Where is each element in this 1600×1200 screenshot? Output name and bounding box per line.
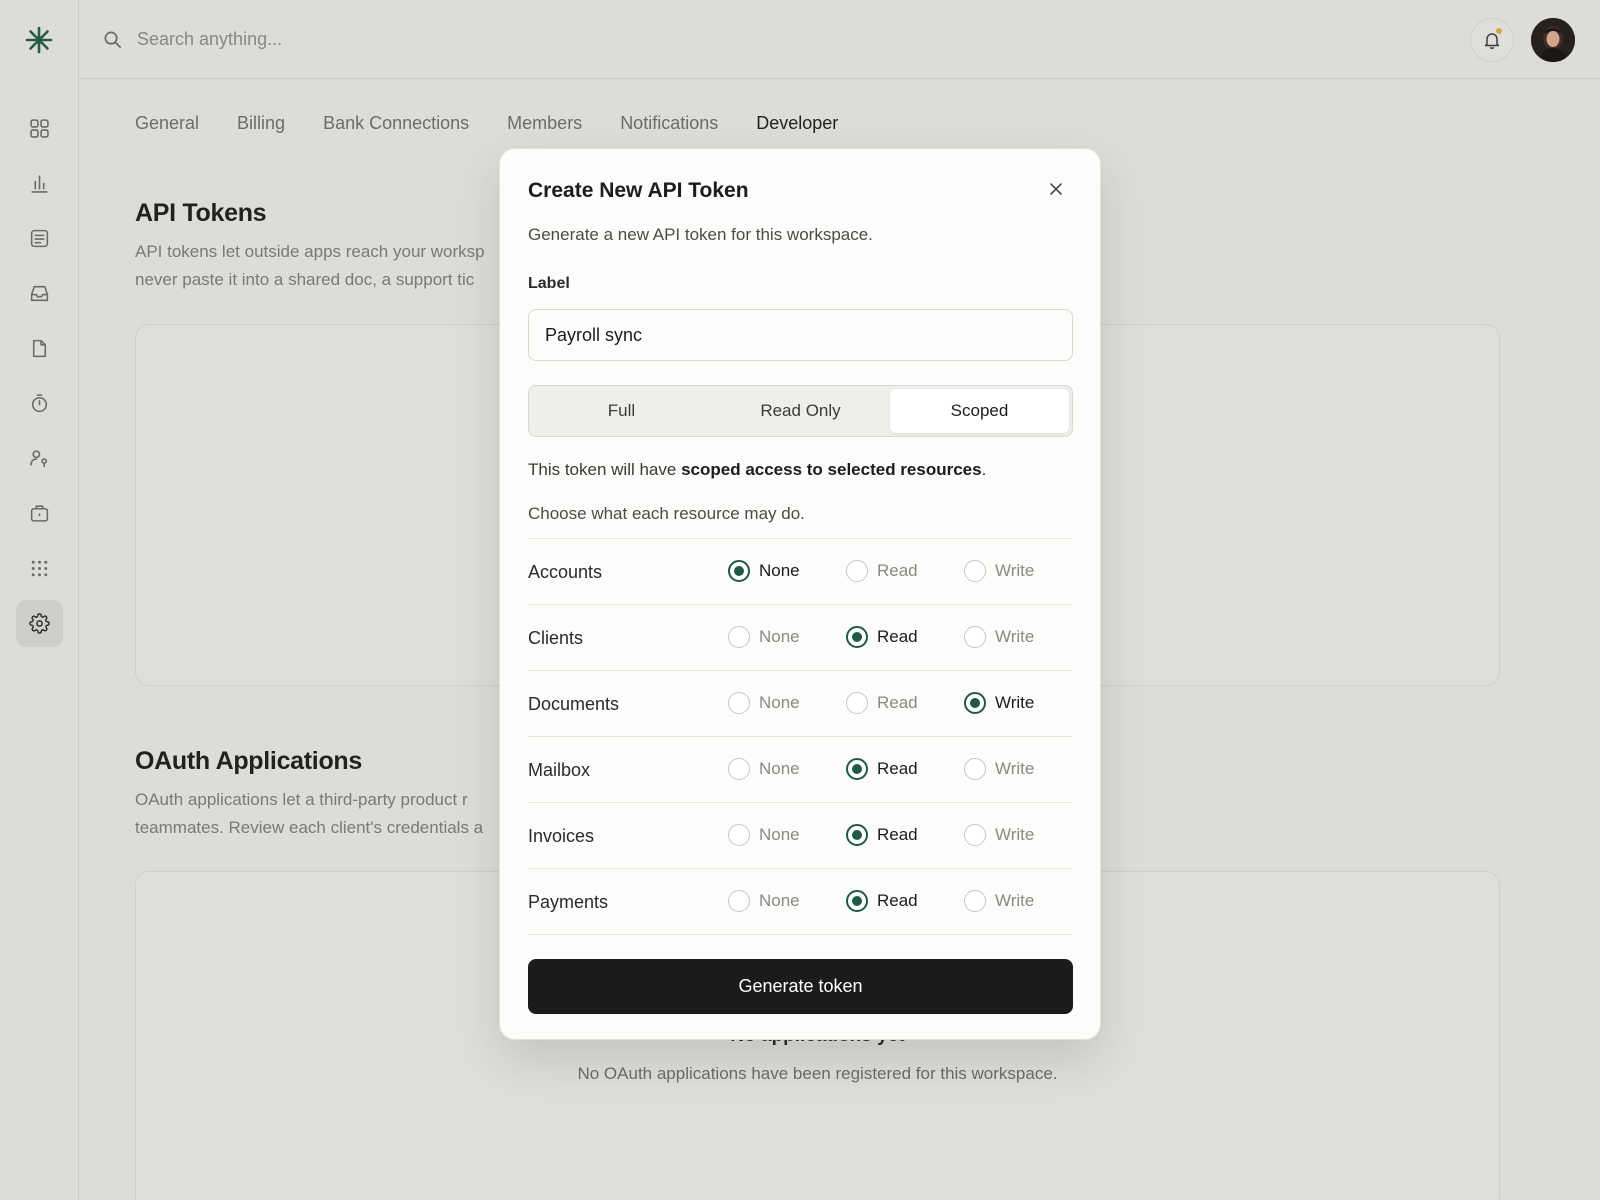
permission-row: Payments None Read Write	[528, 869, 1073, 935]
radio-read[interactable]: Read	[846, 758, 918, 780]
radio-circle	[846, 758, 868, 780]
permission-row: Invoices None Read Write	[528, 803, 1073, 869]
radio-circle	[728, 626, 750, 648]
generate-token-button[interactable]: Generate token	[528, 959, 1073, 1014]
permission-row: Accounts None Read Write	[528, 539, 1073, 605]
radio-label: Read	[877, 561, 918, 580]
radio-label: Read	[877, 693, 918, 712]
close-button[interactable]	[1044, 177, 1068, 201]
radio-circle	[846, 890, 868, 912]
access-summary-suffix: .	[981, 460, 987, 479]
radio-write[interactable]: Write	[964, 626, 1034, 648]
radio-label: Write	[995, 627, 1035, 646]
radio-none[interactable]: None	[728, 560, 800, 582]
radio-circle	[846, 560, 868, 582]
close-icon	[1050, 183, 1062, 195]
radio-none[interactable]: None	[728, 758, 800, 780]
modal-title: Create New API Token	[528, 179, 749, 202]
radio-label: Read	[877, 759, 918, 778]
radio-circle	[964, 626, 986, 648]
access-summary-prefix: This token will have	[528, 460, 682, 479]
radio-label: Read	[877, 627, 918, 646]
permission-row: Documents None Read Write	[528, 671, 1073, 737]
radio-write[interactable]: Write	[964, 560, 1034, 582]
radio-label: Write	[995, 759, 1035, 778]
radio-write[interactable]: Write	[964, 758, 1034, 780]
permission-resource-name: Documents	[528, 694, 620, 714]
label-input[interactable]	[528, 309, 1073, 361]
radio-circle	[728, 824, 750, 846]
radio-circle	[964, 692, 986, 714]
radio-write[interactable]: Write	[964, 824, 1034, 846]
permission-row: Mailbox None Read Write	[528, 737, 1073, 803]
radio-circle	[728, 560, 750, 582]
access-summary: This token will have scoped access to se…	[528, 460, 986, 480]
permission-resource-name: Accounts	[528, 562, 603, 582]
radio-label: Write	[995, 693, 1035, 712]
radio-circle	[846, 824, 868, 846]
radio-label: None	[759, 759, 800, 778]
radio-read[interactable]: Read	[846, 692, 918, 714]
radio-circle	[964, 560, 986, 582]
create-api-token-modal: Create New API Token Generate a new API …	[499, 148, 1101, 1040]
modal-subtitle: Generate a new API token for this worksp…	[528, 225, 873, 244]
radio-none[interactable]: None	[728, 692, 800, 714]
radio-none[interactable]: None	[728, 890, 800, 912]
radio-label: Write	[995, 891, 1035, 910]
radio-circle	[728, 692, 750, 714]
segment-scoped[interactable]: Scoped	[890, 389, 1069, 433]
radio-circle	[846, 692, 868, 714]
permission-resource-name: Mailbox	[528, 760, 591, 780]
radio-label: None	[759, 825, 800, 844]
radio-label: None	[759, 891, 800, 910]
radio-label: Write	[995, 561, 1035, 580]
permission-resource-name: Payments	[528, 892, 609, 912]
permission-resource-name: Invoices	[528, 826, 595, 846]
radio-write[interactable]: Write	[964, 692, 1034, 714]
radio-read[interactable]: Read	[846, 890, 918, 912]
permission-row: Clients None Read Write	[528, 605, 1073, 671]
permission-resource-name: Clients	[528, 628, 584, 648]
permissions-instructions: Choose what each resource may do.	[528, 504, 805, 523]
access-summary-emphasis: scoped access to selected resources	[681, 460, 982, 479]
access-type-segmented-control: Full Read Only Scoped	[528, 385, 1073, 437]
label-field-label: Label	[528, 275, 570, 292]
radio-none[interactable]: None	[728, 626, 800, 648]
radio-circle	[964, 890, 986, 912]
segment-read-only[interactable]: Read Only	[711, 389, 890, 433]
radio-read[interactable]: Read	[846, 824, 918, 846]
radio-none[interactable]: None	[728, 824, 800, 846]
radio-label: Read	[877, 891, 918, 910]
permissions-table: Accounts None Read Write Clients None Read Writ…	[528, 538, 1073, 935]
radio-label: Read	[877, 825, 918, 844]
radio-label: Write	[995, 825, 1035, 844]
radio-read[interactable]: Read	[846, 626, 918, 648]
radio-label: None	[759, 627, 800, 646]
radio-label: None	[759, 561, 800, 580]
radio-circle	[964, 824, 986, 846]
radio-label: None	[759, 693, 800, 712]
radio-write[interactable]: Write	[964, 890, 1034, 912]
radio-circle	[846, 626, 868, 648]
radio-circle	[728, 758, 750, 780]
radio-circle	[964, 758, 986, 780]
radio-read[interactable]: Read	[846, 560, 918, 582]
segment-full[interactable]: Full	[532, 389, 711, 433]
radio-circle	[728, 890, 750, 912]
